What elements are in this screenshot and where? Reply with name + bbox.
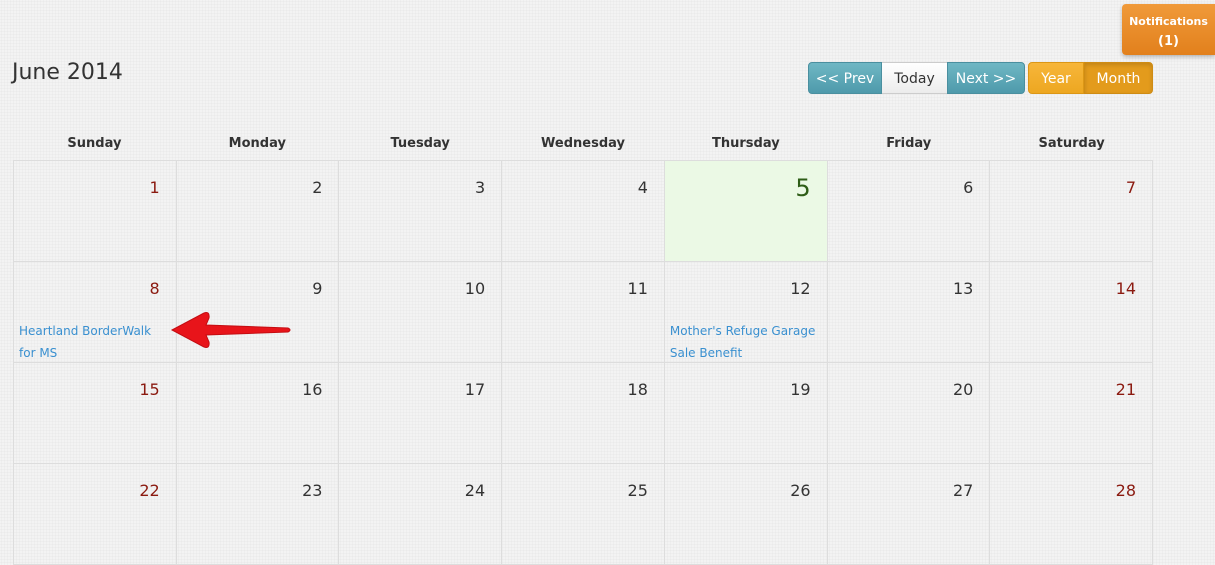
day-number: 6 [963, 178, 974, 197]
weekday-friday: Friday [886, 136, 932, 151]
notifications-label: Notifications [1129, 15, 1208, 28]
notifications-button[interactable]: Notifications (1) [1122, 4, 1215, 55]
day-number: 22 [139, 481, 160, 500]
day-cell[interactable]: 6 [827, 161, 991, 262]
day-number: 18 [627, 380, 648, 399]
today-button[interactable]: Today [882, 62, 947, 94]
day-cell[interactable]: 25 [502, 464, 665, 565]
weekday-saturday: Saturday [1038, 136, 1105, 151]
day-cell[interactable]: 18 [502, 363, 665, 464]
day-number: 25 [627, 481, 648, 500]
day-cell[interactable]: 22 [14, 464, 177, 565]
view-button-group: Year Month [1028, 62, 1153, 94]
day-number: 19 [790, 380, 811, 399]
calendar-week: 22 23 24 25 26 27 28 [14, 464, 1154, 565]
day-number: 3 [474, 178, 486, 197]
calendar-grid: 1 2 3 4 5 6 7 8 Heartland BorderWalk for MS 9 10 11… [13, 160, 1154, 565]
day-cell[interactable]: 16 [176, 363, 340, 464]
weekday-monday: Monday [228, 136, 286, 151]
weekday-header: Sunday Monday Tuesday Wednesday Thursday… [13, 128, 1153, 160]
navigation-button-group: << Prev Today Next >> [808, 62, 1025, 94]
day-cell[interactable]: 28 [990, 464, 1154, 565]
event-link[interactable]: Mother's Refuge Garage Sale Benefit [670, 320, 820, 364]
day-number: 2 [312, 178, 323, 197]
arrow-icon [170, 312, 291, 348]
red-arrow-annotation [170, 312, 291, 348]
day-cell[interactable]: 12 Mother's Refuge Garage Sale Benefit [664, 262, 828, 364]
day-cell[interactable]: 19 [664, 363, 828, 464]
notifications-count: (1) [1158, 34, 1179, 49]
day-cell[interactable]: 7 [990, 161, 1154, 262]
day-number: 11 [627, 279, 648, 298]
year-view-button[interactable]: Year [1028, 62, 1084, 94]
day-cell[interactable]: 17 [339, 363, 503, 464]
day-number: 20 [952, 380, 974, 399]
day-number: 8 [149, 279, 160, 298]
day-number: 13 [952, 279, 974, 298]
day-cell[interactable]: 15 [14, 363, 177, 464]
day-number: 4 [637, 178, 648, 197]
day-number: 21 [1115, 380, 1137, 399]
day-number: 16 [302, 380, 323, 399]
day-number: 26 [790, 481, 811, 500]
day-number: 23 [302, 481, 323, 500]
day-cell[interactable]: 2 [176, 161, 340, 262]
day-cell[interactable]: 13 [827, 262, 991, 363]
weekday-tuesday: Tuesday [390, 136, 450, 151]
calendar-week: 15 16 17 18 19 20 21 [14, 363, 1154, 464]
day-cell[interactable]: 26 [664, 464, 828, 565]
day-number: 14 [1115, 279, 1137, 298]
month-view-button[interactable]: Month [1084, 62, 1153, 94]
day-cell[interactable]: 23 [176, 464, 340, 565]
day-cell[interactable]: 20 [827, 363, 991, 464]
day-cell-today[interactable]: 5 [664, 161, 828, 262]
day-cell[interactable]: 11 [502, 262, 665, 363]
day-cell[interactable]: 21 [990, 363, 1154, 464]
prev-button[interactable]: << Prev [808, 62, 882, 94]
weekday-sunday: Sunday [67, 136, 122, 151]
day-cell[interactable]: 3 [339, 161, 503, 262]
day-cell[interactable]: 8 Heartland BorderWalk for MS [14, 262, 177, 363]
day-cell[interactable]: 14 [990, 262, 1154, 363]
day-number: 28 [1115, 481, 1137, 500]
day-cell[interactable]: 27 [827, 464, 991, 565]
day-number: 12 [790, 279, 811, 298]
day-cell[interactable]: 24 [339, 464, 503, 565]
day-cell[interactable]: 1 [14, 161, 177, 262]
day-number: 1 [149, 178, 160, 197]
day-number: 15 [139, 380, 160, 399]
day-number: 10 [464, 279, 486, 298]
day-number: 7 [1125, 178, 1137, 197]
next-button[interactable]: Next >> [947, 62, 1025, 94]
day-cell[interactable]: 10 [339, 262, 503, 363]
day-number: 9 [312, 279, 323, 298]
weekday-wednesday: Wednesday [541, 136, 625, 151]
weekday-thursday: Thursday [712, 136, 780, 151]
day-number: 24 [464, 481, 486, 500]
day-number: 17 [464, 380, 486, 399]
day-number: 27 [952, 481, 974, 500]
calendar-week: 1 2 3 4 5 6 7 [14, 161, 1154, 262]
day-cell[interactable]: 4 [502, 161, 665, 262]
day-number: 5 [795, 174, 811, 202]
page-title: June 2014 [12, 60, 123, 85]
event-link[interactable]: Heartland BorderWalk for MS [19, 320, 169, 364]
